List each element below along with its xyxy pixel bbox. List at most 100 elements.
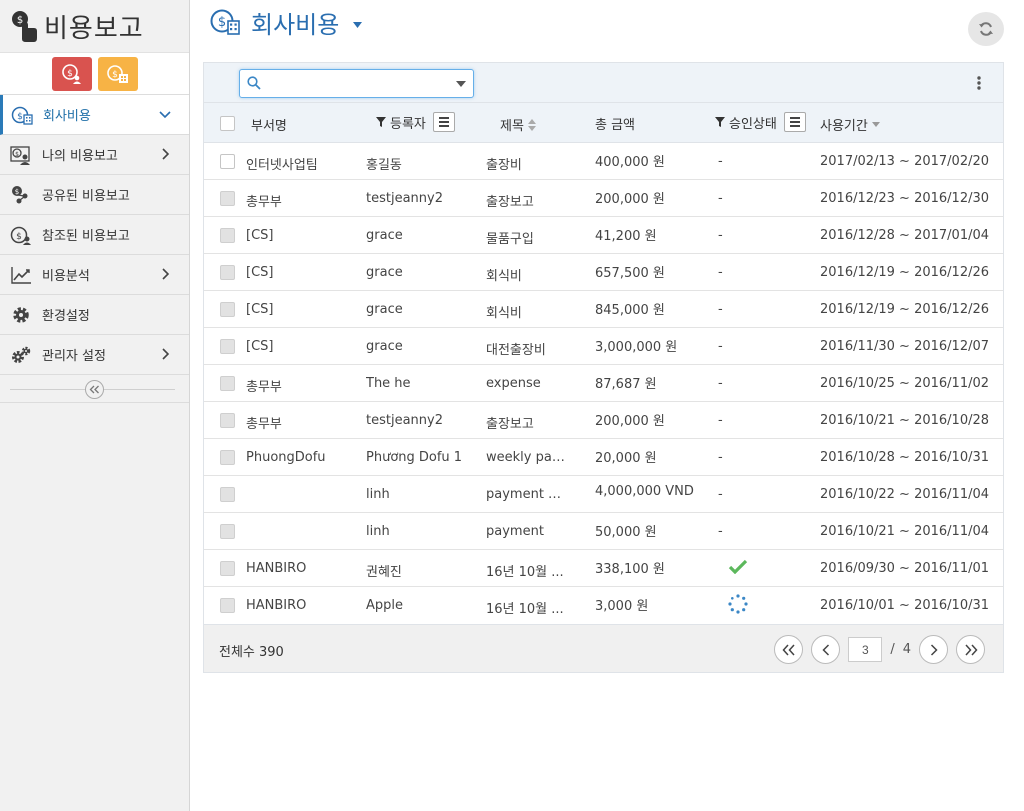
sidebar-item-settings[interactable]: 환경설정 bbox=[0, 295, 189, 335]
row-checkbox[interactable] bbox=[220, 598, 235, 613]
cell-title[interactable]: 16년 10월 ... bbox=[486, 598, 566, 617]
cell-title[interactable]: 출장보고 bbox=[486, 413, 566, 432]
table-row[interactable]: PhuongDofu Phương Dofu 1 weekly pay... 2… bbox=[204, 439, 1003, 476]
column-header-status[interactable]: 승인상태 bbox=[715, 112, 806, 132]
cell-period: 2016/12/19 ~ 2016/12/26 bbox=[820, 265, 990, 280]
filter-icon[interactable] bbox=[376, 117, 386, 127]
cell-period: 2016/11/30 ~ 2016/12/07 bbox=[820, 339, 990, 354]
sidebar: $ 비용보고 $ $ $ 회사비용 $ 나의 비용보고 $ 공유된 비용보고 $… bbox=[0, 0, 190, 811]
page-input[interactable] bbox=[848, 637, 883, 662]
cell-registrant: Phương Dofu 1 bbox=[366, 450, 463, 465]
column-label: 승인상태 bbox=[729, 116, 777, 132]
sidebar-item-admin-settings[interactable]: 관리자 설정 bbox=[0, 335, 189, 375]
cell-registrant: grace bbox=[366, 265, 403, 280]
next-page-button[interactable] bbox=[919, 635, 948, 664]
cell-amount: 845,000 원 bbox=[595, 303, 665, 318]
cell-title[interactable]: expense bbox=[486, 376, 566, 391]
cell-title[interactable]: payment 2... bbox=[486, 487, 566, 502]
table-row[interactable]: 총무부 The he expense 87,687 원 - 2016/10/25… bbox=[204, 365, 1003, 402]
add-personal-expense-button[interactable]: $ bbox=[51, 56, 92, 91]
cell-title[interactable]: 회식비 bbox=[486, 265, 566, 284]
sidebar-item-company-expense[interactable]: $ 회사비용 bbox=[0, 95, 189, 135]
cell-title[interactable]: 대전출장비 bbox=[486, 339, 566, 358]
sort-desc-icon[interactable] bbox=[871, 122, 880, 127]
cell-title[interactable]: 출장보고 bbox=[486, 191, 566, 210]
search-box[interactable] bbox=[239, 69, 474, 98]
cell-status: - bbox=[718, 339, 723, 354]
checkbox[interactable] bbox=[220, 116, 235, 131]
cell-status: - bbox=[718, 154, 723, 169]
cell-title[interactable]: weekly pay... bbox=[486, 450, 566, 465]
cell-registrant: grace bbox=[366, 339, 403, 354]
cell-title[interactable]: payment bbox=[486, 524, 566, 539]
row-checkbox[interactable] bbox=[220, 413, 235, 428]
collapse-sidebar-button[interactable] bbox=[85, 380, 104, 399]
row-checkbox[interactable] bbox=[220, 302, 235, 317]
table-row[interactable]: 총무부 testjeanny2 출장보고 200,000 원 - 2016/10… bbox=[204, 402, 1003, 439]
table-row[interactable]: 총무부 testjeanny2 출장보고 200,000 원 - 2016/12… bbox=[204, 180, 1003, 217]
more-options-icon[interactable] bbox=[977, 76, 981, 90]
filter-icon[interactable] bbox=[715, 117, 725, 127]
column-menu-button[interactable] bbox=[432, 112, 455, 132]
cell-title[interactable]: 물품구입 bbox=[486, 228, 566, 247]
table-header: 부서명 등록자 제목 총 금액 승인상태 사용기간 bbox=[204, 103, 1003, 143]
select-all-checkbox[interactable] bbox=[220, 116, 235, 131]
column-header-title[interactable]: 제목 bbox=[500, 115, 536, 134]
cell-title[interactable]: 16년 10월 ... bbox=[486, 561, 566, 580]
cell-registrant: linh bbox=[366, 524, 390, 539]
sidebar-item-expense-analysis[interactable]: 비용분석 bbox=[0, 255, 189, 295]
table-row[interactable]: [CS] grace 대전출장비 3,000,000 원 - 2016/11/3… bbox=[204, 328, 1003, 365]
table-row[interactable]: linh payment 50,000 원 - 2016/10/21 ~ 201… bbox=[204, 513, 1003, 550]
company-expense-icon: $ bbox=[11, 104, 33, 126]
first-page-button[interactable] bbox=[774, 635, 804, 664]
row-checkbox[interactable] bbox=[220, 339, 235, 354]
cell-registrant: The he bbox=[366, 376, 411, 391]
caret-down-icon[interactable] bbox=[353, 22, 362, 28]
sidebar-item-label: 참조된 비용보고 bbox=[42, 229, 130, 244]
table-row[interactable]: [CS] grace 회식비 845,000 원 - 2016/12/19 ~ … bbox=[204, 291, 1003, 328]
row-checkbox[interactable] bbox=[220, 265, 235, 280]
cell-dept: [CS] bbox=[246, 228, 274, 243]
page-title[interactable]: 회사비용 bbox=[251, 5, 339, 40]
refresh-button[interactable] bbox=[968, 12, 1004, 46]
row-checkbox[interactable] bbox=[220, 154, 235, 169]
prev-page-button[interactable] bbox=[811, 635, 841, 664]
cell-title[interactable]: 출장비 bbox=[486, 154, 566, 173]
company-expense-icon: $ bbox=[106, 64, 128, 83]
table-row[interactable]: linh payment 2... 4,000,000 VND - 2016/1… bbox=[204, 476, 1003, 513]
last-page-button[interactable] bbox=[956, 635, 985, 664]
row-checkbox[interactable] bbox=[220, 561, 235, 576]
row-checkbox[interactable] bbox=[220, 487, 235, 502]
column-header-dept[interactable]: 부서명 bbox=[251, 115, 287, 134]
row-checkbox[interactable] bbox=[220, 191, 235, 206]
sidebar-item-label: 관리자 설정 bbox=[42, 349, 106, 364]
cell-title[interactable]: 회식비 bbox=[486, 302, 566, 321]
row-checkbox[interactable] bbox=[220, 228, 235, 243]
cell-status: - bbox=[718, 191, 723, 206]
sidebar-item-shared-expense[interactable]: $ 공유된 비용보고 bbox=[0, 175, 189, 215]
table-row[interactable]: HANBIRO 권혜진 16년 10월 ... 338,100 원 2016/0… bbox=[204, 550, 1003, 587]
referenced-expense-icon: $ bbox=[10, 224, 32, 246]
add-company-expense-button[interactable]: $ bbox=[97, 56, 138, 91]
table-row[interactable]: 인터넷사업팀 홍길동 출장비 400,000 원 - 2017/02/13 ~ … bbox=[204, 143, 1003, 180]
search-input[interactable] bbox=[266, 74, 446, 94]
cell-status: - bbox=[718, 450, 723, 465]
sidebar-item-my-expense[interactable]: $ 나의 비용보고 bbox=[0, 135, 189, 175]
row-checkbox[interactable] bbox=[220, 376, 235, 391]
quick-actions: $ $ bbox=[0, 52, 189, 94]
column-menu-button[interactable] bbox=[783, 112, 806, 132]
table-row[interactable]: HANBIRO Apple 16년 10월 ... 3,000 원 2016/1… bbox=[204, 587, 1003, 624]
row-checkbox[interactable] bbox=[220, 450, 235, 465]
column-header-period[interactable]: 사용기간 bbox=[820, 115, 880, 134]
cell-amount: 4,000,000 VND bbox=[595, 484, 694, 499]
caret-down-icon[interactable] bbox=[456, 81, 466, 87]
sidebar-item-referenced-expense[interactable]: $ 참조된 비용보고 bbox=[0, 215, 189, 255]
table-row[interactable]: [CS] grace 물품구입 41,200 원 - 2016/12/28 ~ … bbox=[204, 217, 1003, 254]
sort-icon[interactable] bbox=[527, 118, 536, 131]
svg-text:$: $ bbox=[16, 232, 22, 242]
row-checkbox[interactable] bbox=[220, 524, 235, 539]
search-icon bbox=[247, 76, 261, 90]
column-header-registrant[interactable]: 등록자 bbox=[376, 112, 455, 132]
table-row[interactable]: [CS] grace 회식비 657,500 원 - 2016/12/19 ~ … bbox=[204, 254, 1003, 291]
column-header-amount[interactable]: 총 금액 bbox=[595, 114, 635, 133]
